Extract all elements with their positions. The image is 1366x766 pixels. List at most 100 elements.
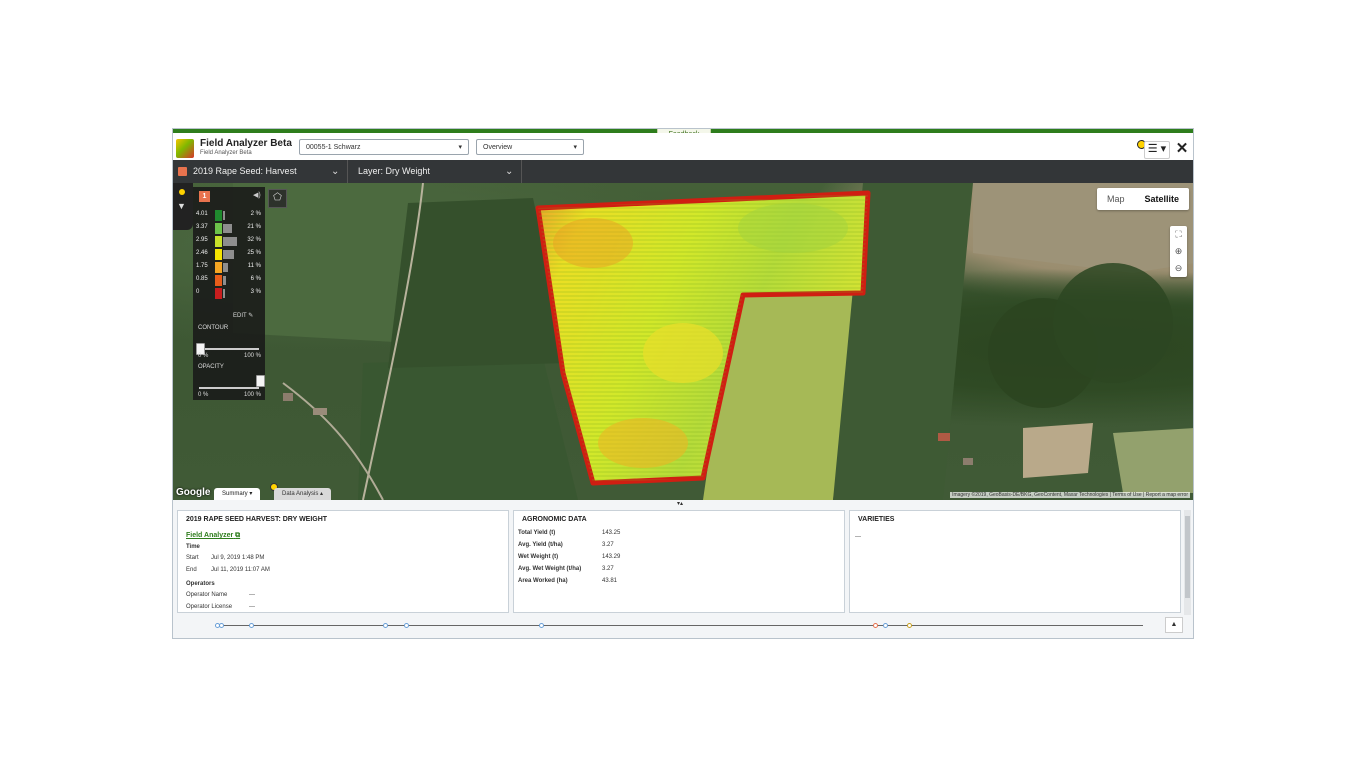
agronomic-value: 143.29: [602, 554, 621, 560]
contour-min: 0 %: [198, 353, 209, 359]
opacity-slider-handle[interactable]: [256, 375, 265, 387]
app-header: Field Analyzer Beta Field Analyzer Beta …: [173, 133, 1193, 160]
zoom-in-icon[interactable]: ⊕: [1170, 243, 1187, 260]
toolbar-divider: [521, 160, 522, 183]
panel-resize-icon[interactable]: ▾▴: [677, 500, 683, 507]
legend-swatch: [215, 262, 222, 273]
legend-percent: 3 %: [250, 289, 261, 295]
opacity-label: OPACITY: [198, 364, 224, 370]
timeline-marker[interactable]: [404, 623, 409, 628]
satellite-map[interactable]: ▼ 1 ◀) 4.01 2 % 3.37 21 % 2.95 32 % 2.46 25 % 1.…: [173, 183, 1193, 500]
varieties-value: ---: [855, 534, 861, 540]
legend-percent: 25 %: [247, 250, 261, 256]
close-button[interactable]: ✕: [1173, 140, 1191, 158]
operator-license-value: ---: [249, 604, 255, 610]
end-value: Jul 11, 2019 11:07 AM: [211, 567, 270, 573]
building: [938, 433, 950, 441]
summary-title: 2019 RAPE SEED HARVEST: DRY WEIGHT: [186, 516, 328, 523]
legend-swatch: [215, 236, 222, 247]
contour-slider-track[interactable]: [199, 348, 259, 350]
legend-row: 0 3 %: [193, 287, 265, 300]
field-select[interactable]: 00055-1 Schwarz ▾: [299, 139, 469, 155]
data-analysis-tab[interactable]: Data Analysis ▴: [274, 488, 332, 500]
opacity-max: 100 %: [243, 392, 261, 398]
operators-label: Operators: [186, 581, 215, 587]
season-dropdown[interactable]: 2019 Rape Seed: Harvest: [193, 160, 297, 183]
timeline-track[interactable]: [215, 623, 1143, 628]
timeline-marker[interactable]: [383, 623, 388, 628]
timeline-expand-button[interactable]: ▲: [1165, 617, 1183, 633]
timeline-marker[interactable]: [219, 623, 224, 628]
legend-share-bar: [223, 276, 226, 285]
caret-down-icon: ▾: [458, 144, 462, 151]
scrollbar-thumb[interactable]: [1185, 516, 1190, 598]
field-patch: [1113, 428, 1193, 493]
app-title: Field Analyzer Beta: [200, 138, 292, 149]
timeline-marker[interactable]: [907, 623, 912, 628]
legend-swatch: [215, 288, 222, 299]
fullscreen-icon[interactable]: ⛶: [1170, 226, 1187, 243]
filter-icon[interactable]: ▼: [177, 201, 187, 211]
chevron-down-icon[interactable]: ⌄: [331, 160, 339, 183]
layer-dropdown[interactable]: Layer: Dry Weight: [358, 160, 430, 183]
google-logo: Google: [176, 487, 211, 498]
varieties-card: VARIETIES ---: [849, 510, 1181, 613]
app-logo-icon: [176, 139, 194, 158]
field-patch: [358, 358, 578, 500]
draw-shape-icon[interactable]: ⬠: [268, 189, 287, 208]
timeline-marker[interactable]: [249, 623, 254, 628]
view-select-value: Overview: [483, 144, 513, 151]
legend-edit-button[interactable]: EDIT ✎: [233, 312, 253, 319]
field-analyzer-link[interactable]: Field Analyzer ⧉: [186, 532, 240, 540]
legend-row: 0.85 6 %: [193, 274, 265, 287]
map-attribution[interactable]: Imagery ©2019, GeoBasis-DE/BKG, GeoConte…: [950, 492, 1190, 498]
summary-scrollbar[interactable]: [1184, 510, 1191, 615]
layers-panel-toggle[interactable]: ▼: [173, 183, 193, 230]
legend-share-bar: [223, 211, 225, 220]
agronomic-label: Total Yield (t): [518, 530, 556, 536]
menu-button[interactable]: ☰ ▾: [1144, 141, 1170, 159]
varieties-title: VARIETIES: [858, 516, 895, 523]
building: [313, 408, 327, 415]
agronomic-title: AGRONOMIC DATA: [522, 516, 587, 523]
legend-swatch: [215, 223, 222, 234]
yield-zone: [643, 323, 723, 383]
legend-badge[interactable]: 1: [199, 191, 210, 202]
timeline-marker[interactable]: [883, 623, 888, 628]
operator-name-value: ---: [249, 592, 255, 598]
end-label: End: [186, 567, 197, 573]
legend-row: 2.95 32 %: [193, 235, 265, 248]
zoom-out-icon[interactable]: ⊖: [1170, 260, 1187, 277]
legend-value: 0: [196, 289, 200, 295]
external-link-icon[interactable]: ⧉: [235, 532, 240, 539]
start-label: Start: [186, 555, 199, 561]
chevron-down-icon[interactable]: ⌄: [505, 160, 513, 183]
opacity-min: 0 %: [198, 392, 209, 398]
agronomic-value: 3.27: [602, 542, 614, 548]
timeline-marker[interactable]: [539, 623, 544, 628]
map-type-satellite-button[interactable]: Satellite: [1135, 188, 1190, 210]
speaker-icon[interactable]: ◀): [253, 191, 261, 199]
season-color-swatch: [178, 167, 187, 176]
agronomic-label: Avg. Wet Weight (t/ha): [518, 566, 582, 572]
field-patch: [1023, 423, 1093, 478]
agronomic-label: Area Worked (ha): [518, 578, 568, 584]
legend-value: 1.75: [196, 263, 208, 269]
toolbar-divider: [347, 160, 348, 183]
layer-toolbar: 2019 Rape Seed: Harvest ⌄ Layer: Dry Wei…: [173, 160, 1193, 183]
map-imagery: [233, 183, 1193, 500]
map-type-map-button[interactable]: Map: [1097, 188, 1135, 210]
legend-value: 2.95: [196, 237, 208, 243]
yield-zone: [738, 203, 848, 253]
operator-license-label: Operator License: [186, 604, 233, 610]
building: [283, 393, 293, 401]
summary-tab[interactable]: Summary ▾: [214, 488, 261, 500]
agronomic-value: 43.81: [602, 578, 618, 584]
harvest-summary-card: 2019 RAPE SEED HARVEST: DRY WEIGHT Field…: [177, 510, 509, 613]
legend-share-bar: [223, 263, 228, 272]
timeline-marker[interactable]: [873, 623, 878, 628]
view-select[interactable]: Overview ▾: [476, 139, 584, 155]
opacity-slider-track[interactable]: [199, 387, 259, 389]
legend-share-bar: [223, 289, 225, 298]
agronomic-value: 3.27: [602, 566, 614, 572]
